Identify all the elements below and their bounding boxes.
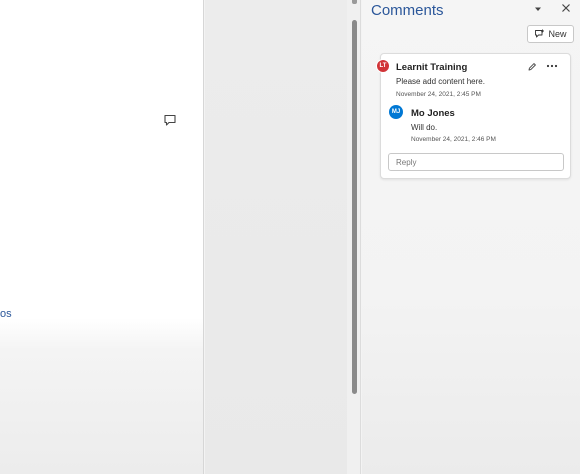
reply-timestamp: November 24, 2021, 2:46 PM <box>411 136 496 143</box>
new-comment-icon <box>535 29 545 38</box>
avatar: LT <box>376 59 390 73</box>
comment-thread-card[interactable]: LT Learnit Training Please add content h… <box>376 53 571 179</box>
reply-input[interactable]: Reply <box>388 153 564 171</box>
comment-timestamp: November 24, 2021, 2:45 PM <box>396 91 481 98</box>
comment-author: Learnit Training <box>396 62 468 73</box>
scrollbar-top-nub <box>352 0 357 4</box>
reply-author: Mo Jones <box>411 108 455 119</box>
avatar: MJ <box>389 105 403 119</box>
document-page[interactable]: os <box>0 0 204 474</box>
new-comment-button[interactable]: New <box>527 25 574 43</box>
comments-pane: Comments New LT Learnit Training Please … <box>362 0 580 474</box>
triangle-down-icon[interactable] <box>532 3 544 15</box>
document-text-fragment: os <box>0 308 12 320</box>
document-canvas-background <box>205 0 347 474</box>
vertical-scrollbar[interactable] <box>347 0 361 474</box>
reply-text: Will do. <box>411 123 438 132</box>
pencil-icon[interactable] <box>527 62 537 72</box>
more-options-icon[interactable] <box>545 61 559 71</box>
comment-text: Please add content here. <box>396 77 485 86</box>
close-icon[interactable] <box>560 2 572 14</box>
comment-bubble-icon[interactable] <box>163 113 177 127</box>
new-comment-label: New <box>548 29 567 39</box>
scrollbar-thumb[interactable] <box>352 20 357 394</box>
pane-title: Comments <box>371 2 444 19</box>
